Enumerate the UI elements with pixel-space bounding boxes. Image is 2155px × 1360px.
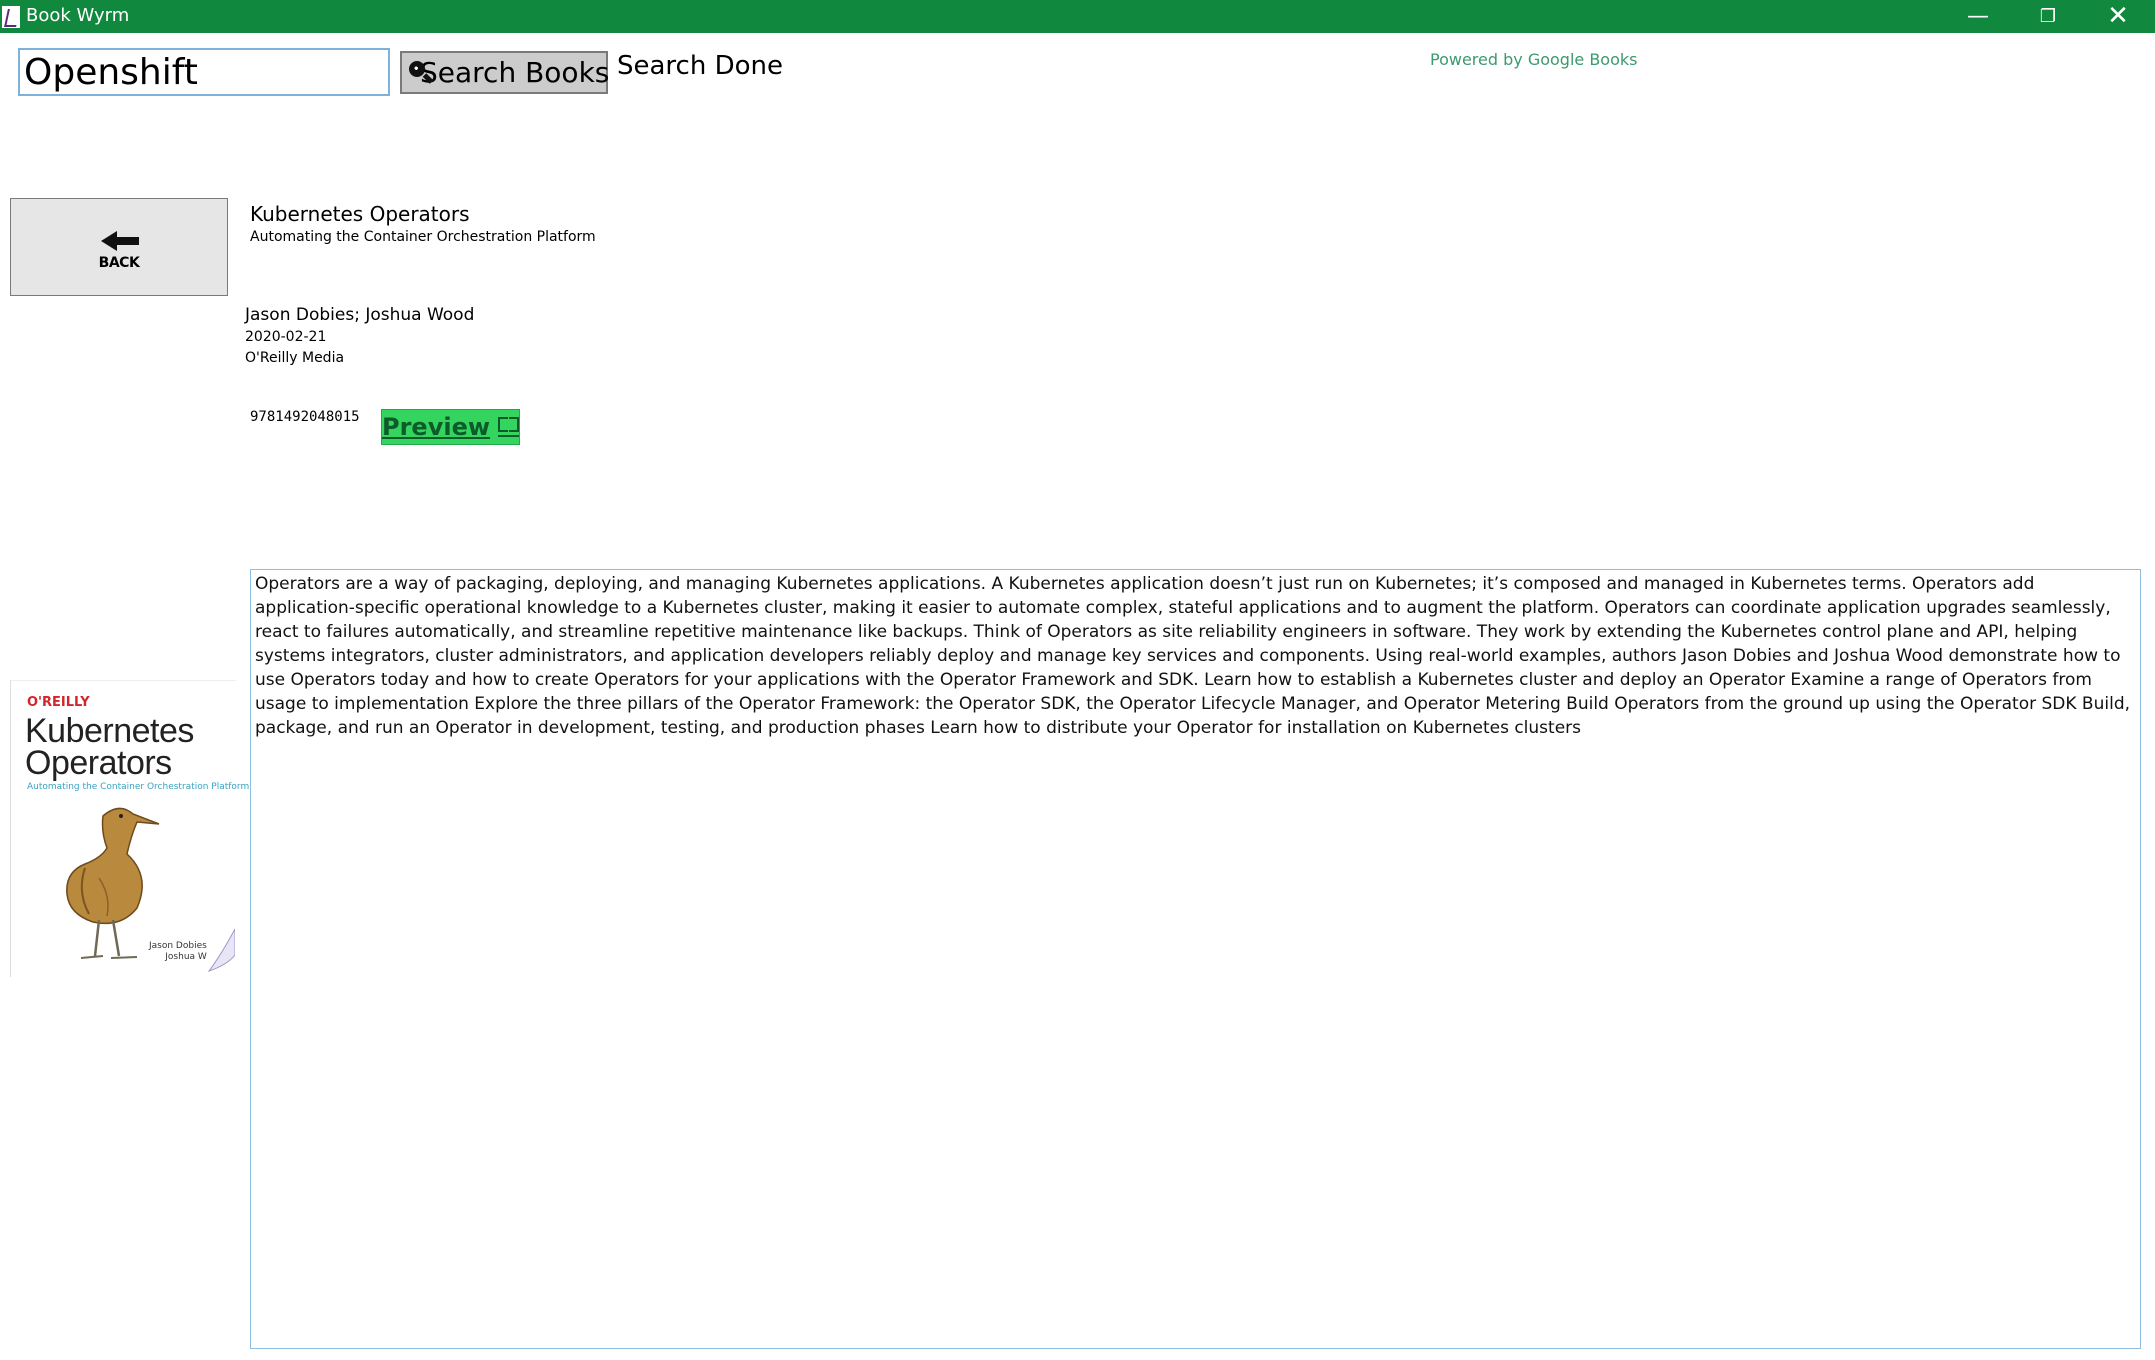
powered-by-google-books: Powered by Google Books xyxy=(1430,50,1638,69)
search-status: Search Done xyxy=(617,51,783,81)
window-title: Book Wyrm xyxy=(26,5,130,26)
cover-title-line2: Operators xyxy=(25,744,172,782)
cover-author-2: Joshua W xyxy=(165,952,207,962)
book-icon xyxy=(498,417,519,437)
search-books-label: Search Books xyxy=(420,55,610,89)
search-input[interactable] xyxy=(18,48,390,96)
book-authors: Jason Dobies; Joshua Wood xyxy=(245,305,475,325)
arrow-left-icon xyxy=(101,231,141,251)
book-isbn: 9781492048015 xyxy=(250,409,360,425)
search-books-button[interactable]: Search Books xyxy=(400,51,610,94)
cover-subtitle: Automating the Container Orchestration P… xyxy=(27,782,250,792)
minimize-button[interactable]: — xyxy=(1948,0,2008,33)
cover-publisher: O'REILLY xyxy=(27,695,90,710)
close-button[interactable]: ✕ xyxy=(2088,0,2148,33)
book-published-date: 2020-02-21 xyxy=(245,329,327,345)
back-button[interactable]: BACK xyxy=(10,198,228,296)
book-description[interactable]: Operators are a way of packaging, deploy… xyxy=(250,569,2141,1349)
app-icon xyxy=(2,6,20,28)
book-cover-image: O'REILLY Kubernetes Operators Automating… xyxy=(10,680,249,977)
title-bar: Book Wyrm — ❐ ✕ xyxy=(0,0,2155,33)
preview-button[interactable]: Preview xyxy=(381,409,520,445)
cover-authors: Jason Dobies Joshua W xyxy=(149,941,207,963)
preview-label: Preview xyxy=(382,413,491,441)
maximize-button[interactable]: ❐ xyxy=(2018,0,2078,33)
cover-title: Kubernetes Operators xyxy=(25,712,194,782)
book-title: Kubernetes Operators xyxy=(250,202,470,226)
book-subtitle: Automating the Container Orchestration P… xyxy=(250,229,596,245)
book-publisher: O'Reilly Media xyxy=(245,350,345,366)
cover-author-1: Jason Dobies xyxy=(149,941,207,951)
cover-title-line1: Kubernetes xyxy=(25,712,194,750)
page-curl-icon xyxy=(203,925,235,973)
back-label: BACK xyxy=(98,255,140,271)
